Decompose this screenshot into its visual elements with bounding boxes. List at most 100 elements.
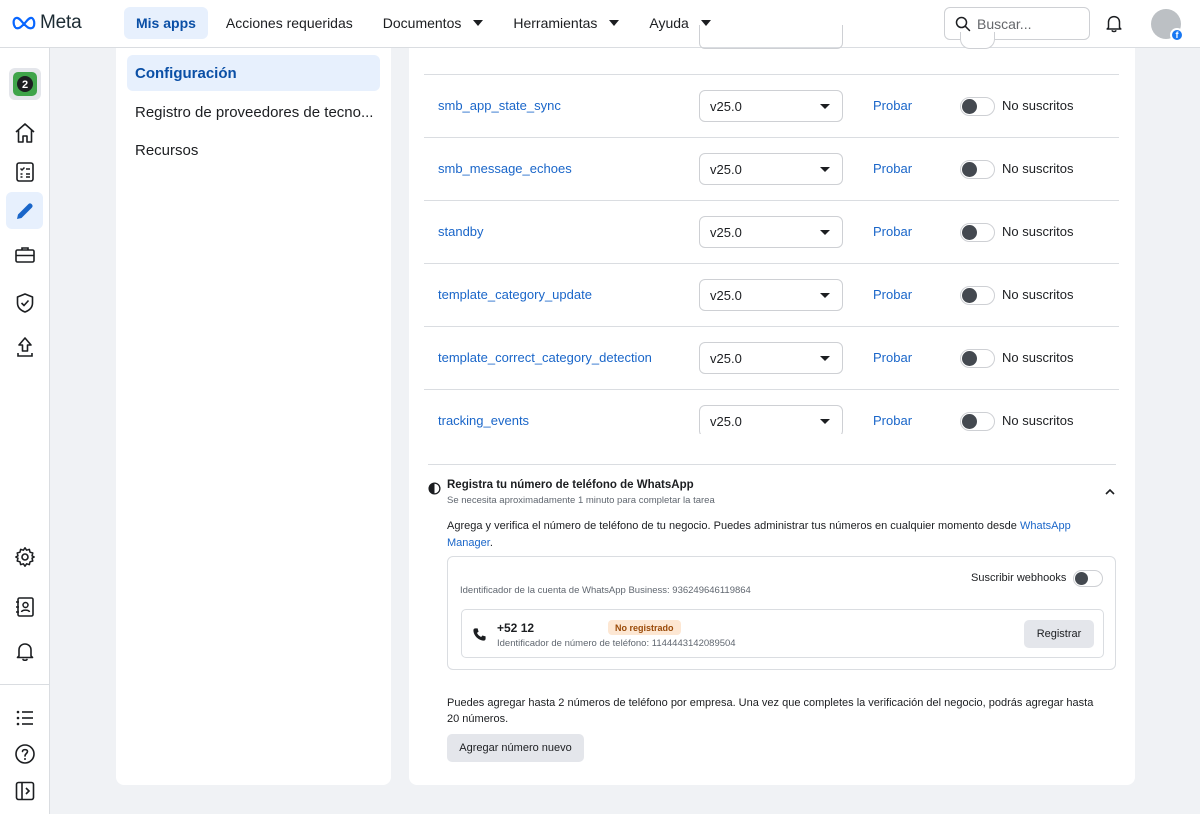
subscribe-toggle[interactable]: [960, 97, 995, 116]
waba-id: Identificador de la cuenta de WhatsApp B…: [460, 585, 751, 596]
toggle-knob: [962, 225, 977, 240]
register-button[interactable]: Registrar: [1024, 620, 1094, 648]
section-divider: [428, 464, 1116, 465]
toggle-partial[interactable]: [960, 32, 995, 49]
meta-infinity-icon: [12, 16, 36, 30]
webhook-field-name: template_category_update: [438, 287, 592, 302]
subscribe-toggle[interactable]: [960, 412, 995, 431]
facebook-badge-icon: f: [1170, 28, 1184, 42]
subscribe-toggle[interactable]: [960, 160, 995, 179]
chevron-up-icon[interactable]: [1104, 486, 1116, 498]
webhook-row: template_category_update v25.0 Probar No su…: [424, 264, 1119, 327]
avatar[interactable]: f: [1151, 9, 1184, 42]
webhook-row-partial: [424, 12, 1119, 75]
subscribe-webhooks-label: Suscribir webhooks: [971, 572, 1067, 584]
add-number-button[interactable]: Agregar número nuevo: [447, 734, 584, 762]
rail-edit[interactable]: [6, 192, 43, 229]
toggle-knob: [962, 351, 977, 366]
test-link[interactable]: Probar: [873, 98, 912, 113]
rail-collapse[interactable]: [12, 778, 38, 804]
test-link[interactable]: Probar: [873, 350, 912, 365]
subscription-status: No suscritos: [1002, 287, 1074, 302]
nav-label: Mis apps: [136, 15, 196, 31]
subscribe-toggle[interactable]: [960, 286, 995, 305]
briefcase-icon: [15, 247, 35, 263]
caret-down-icon: [820, 419, 830, 424]
list-icon: [16, 710, 33, 726]
phone-number-id: Identificador de número de teléfono: 114…: [497, 638, 736, 649]
app-switcher[interactable]: 2: [9, 68, 41, 100]
left-rail: 2: [0, 48, 50, 814]
version-select[interactable]: v25.0: [699, 405, 843, 437]
register-description-text: Agrega y verifica el número de teléfono …: [447, 520, 1020, 532]
register-title: Registra tu número de teléfono de WhatsA…: [447, 479, 694, 491]
sidebar-item-label: Registro de proveedores de tecno...: [135, 103, 374, 121]
version-select[interactable]: v25.0: [699, 216, 843, 248]
contact-card-icon: [16, 597, 34, 617]
caret-down-icon: [820, 356, 830, 361]
toggle-knob: [962, 288, 977, 303]
webhook-row: template_correct_category_detection v25.0…: [424, 327, 1119, 390]
rail-settings[interactable]: [12, 544, 38, 570]
brand-name: Meta: [40, 12, 82, 33]
upload-icon: [17, 337, 33, 357]
toggle-knob: [962, 162, 977, 177]
shield-check-icon: [16, 293, 34, 313]
toggle-knob: [1075, 572, 1088, 585]
version-select[interactable]: v25.0: [699, 342, 843, 374]
test-link[interactable]: Probar: [873, 287, 912, 302]
test-link[interactable]: Probar: [873, 413, 912, 428]
home-icon: [15, 123, 35, 143]
sidebar-item-registro-proveedores[interactable]: Registro de proveedores de tecno...: [127, 94, 380, 130]
nav-acciones-requeridas[interactable]: Acciones requeridas: [214, 7, 365, 39]
subscribe-toggle[interactable]: [960, 223, 995, 242]
sidebar-item-label: Configuración: [135, 64, 237, 82]
version-select[interactable]: v25.0: [699, 279, 843, 311]
rail-help[interactable]: [12, 741, 38, 767]
test-link[interactable]: Probar: [873, 161, 912, 176]
toggle-knob: [962, 99, 977, 114]
nav-mis-apps[interactable]: Mis apps: [124, 7, 208, 39]
phone-icon: [473, 628, 486, 641]
caret-down-icon: [820, 230, 830, 235]
rail-upload[interactable]: [12, 334, 38, 360]
toggle-knob: [962, 414, 977, 429]
webhook-field-name: template_correct_category_detection: [438, 350, 652, 365]
version-value: v25.0: [710, 350, 742, 366]
rail-shield[interactable]: [12, 290, 38, 316]
webhook-row: standby v25.0 Probar No suscritos: [424, 201, 1119, 264]
phone-limit-note: Puedes agregar hasta 2 números de teléfo…: [447, 697, 1094, 725]
rail-checklist[interactable]: [12, 159, 38, 185]
scroll-clip: [409, 434, 1135, 464]
rail-list[interactable]: [12, 705, 38, 731]
app-number-icon: 2: [17, 76, 33, 92]
register-description-end: .: [489, 537, 493, 549]
sidebar-item-recursos[interactable]: Recursos: [127, 132, 380, 168]
webhook-field-name: standby: [438, 224, 484, 239]
subscribe-webhooks-toggle[interactable]: [1073, 570, 1103, 587]
sidebar-item-label: Recursos: [135, 141, 199, 159]
version-select[interactable]: v25.0: [699, 153, 843, 185]
sidebar-item-configuracion[interactable]: Configuración: [127, 55, 380, 91]
main-panel: smb_app_state_sync v25.0 Probar No suscrito…: [409, 25, 1135, 785]
version-value: v25.0: [710, 287, 742, 303]
version-select[interactable]: v25.0: [699, 90, 843, 122]
gear-icon: [15, 547, 35, 567]
subscription-status: No suscritos: [1002, 350, 1074, 365]
settings-sidebar: Configuración Registro de proveedores de…: [116, 48, 391, 785]
rail-home[interactable]: [12, 120, 38, 146]
rail-briefcase[interactable]: [12, 242, 38, 268]
pencil-icon: [16, 202, 33, 219]
subscribe-toggle[interactable]: [960, 349, 995, 368]
webhook-field-name: tracking_events: [438, 413, 530, 428]
webhook-field-name: smb_app_state_sync: [438, 98, 561, 113]
register-subtitle: Se necesita aproximadamente 1 minuto par…: [447, 495, 715, 506]
test-link[interactable]: Probar: [873, 224, 912, 239]
version-select-partial[interactable]: [699, 25, 843, 49]
rail-notifications[interactable]: [12, 638, 38, 664]
meta-logo[interactable]: Meta: [12, 12, 82, 34]
help-icon: [15, 744, 35, 764]
caret-down-icon: [820, 167, 830, 172]
phone-number-row: +52 12 No registrado Identificador de nú…: [461, 609, 1104, 658]
rail-contacts[interactable]: [12, 594, 38, 620]
